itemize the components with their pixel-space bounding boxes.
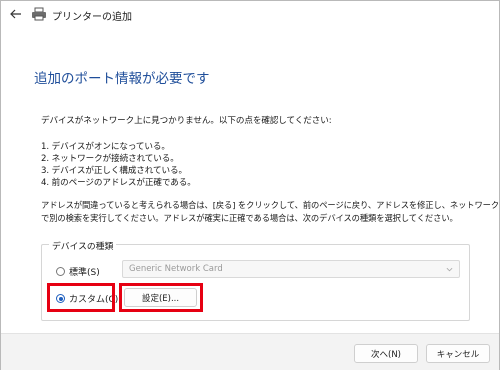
- standard-radio-option[interactable]: 標準(S): [56, 265, 100, 278]
- note-line-2: で別の検索を実行してください。アドレスが確実に正確である場合は、次のデバイスの種…: [41, 213, 458, 223]
- device-type-dropdown: Generic Network Card: [122, 260, 460, 278]
- check-item: 3. デバイスが正しく構成されている。: [41, 166, 188, 176]
- standard-radio-label: 標準(S): [69, 268, 100, 278]
- intro-text: デバイスがネットワーク上に見つかりません。以下の点を確認してください:: [41, 116, 332, 126]
- next-button[interactable]: 次へ(N): [354, 344, 418, 363]
- device-type-label: デバイスの種類: [49, 239, 117, 252]
- window-title: プリンターの追加: [52, 12, 132, 23]
- add-printer-dialog: プリンターの追加 追加のポート情報が必要です デバイスがネットワーク上に見つかり…: [0, 0, 500, 370]
- cancel-button[interactable]: キャンセル: [426, 344, 490, 363]
- page-heading: 追加のポート情報が必要です: [34, 71, 210, 87]
- check-item: 2. ネットワークが接続されている。: [41, 154, 179, 164]
- printer-icon: [32, 7, 46, 21]
- note-line-1: アドレスが間違っていると考えられる場合は、[戻る] をクリックして、前のページに…: [41, 200, 500, 210]
- highlight-custom: [47, 283, 115, 312]
- title-bar: プリンターの追加: [1, 1, 499, 31]
- check-item: 1. デバイスがオンになっている。: [41, 142, 170, 152]
- standard-radio[interactable]: [56, 267, 65, 276]
- check-item: 4. 前のページのアドレスが正確である。: [41, 178, 196, 188]
- highlight-settings: [119, 283, 203, 312]
- device-type-value: Generic Network Card: [129, 264, 223, 274]
- back-arrow-icon[interactable]: [8, 6, 24, 22]
- chevron-down-icon: [446, 267, 453, 272]
- dialog-footer: 次へ(N) キャンセル: [1, 333, 499, 370]
